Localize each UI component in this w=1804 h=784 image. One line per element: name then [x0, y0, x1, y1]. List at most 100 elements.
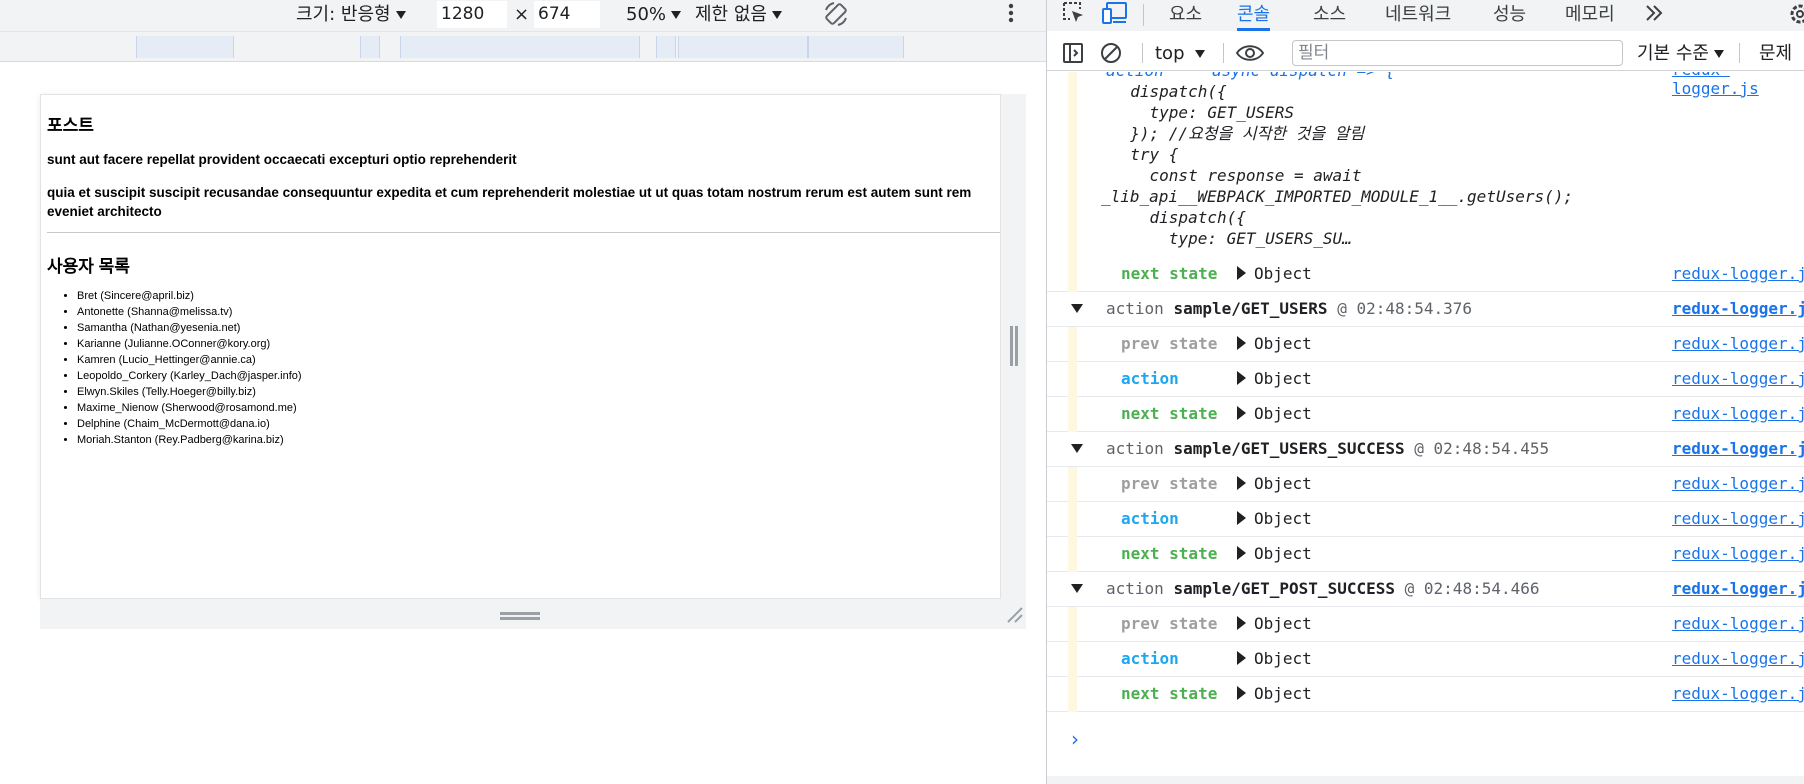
context-selector[interactable]: top	[1155, 41, 1205, 66]
prev-state-label: prev state	[1121, 474, 1218, 493]
expand-icon[interactable]	[1237, 406, 1246, 420]
expand-icon[interactable]	[1237, 511, 1246, 525]
group-indent-bar	[1068, 502, 1077, 537]
source-link[interactable]: redux-logger.js	[1672, 544, 1804, 563]
expand-icon[interactable]	[1237, 546, 1246, 560]
log-group-header[interactable]: action sample/GET_USERS_SUCCESS @ 02:48:…	[1047, 432, 1804, 467]
height-input[interactable]: 674	[534, 1, 600, 28]
inspect-element-button[interactable]	[1061, 0, 1087, 29]
chevron-down-icon	[671, 11, 682, 19]
list-item: Leopoldo_Corkery (Karley_Dach@jasper.inf…	[77, 368, 302, 384]
object-value[interactable]: Object	[1254, 264, 1312, 283]
object-value[interactable]: Object	[1254, 544, 1312, 563]
zoom-dropdown[interactable]: 50%	[626, 1, 682, 28]
rotate-button[interactable]	[822, 0, 850, 27]
user-list: Bret (Sincere@april.biz) Antonette (Shan…	[77, 288, 302, 448]
settings-button[interactable]	[1788, 2, 1804, 31]
next-state-label: next state	[1121, 404, 1218, 423]
log-levels-label: 기본 수준	[1637, 43, 1709, 64]
log-group-header[interactable]: action sample/GET_POST_SUCCESS @ 02:48:5…	[1047, 572, 1804, 607]
object-value[interactable]: Object	[1254, 474, 1312, 493]
object-value[interactable]: Object	[1254, 404, 1312, 423]
more-options-button[interactable]	[1006, 1, 1016, 28]
object-value[interactable]: Object	[1254, 369, 1312, 388]
source-link[interactable]: redux-logger.js	[1672, 509, 1804, 528]
grip-icon[interactable]	[1010, 326, 1018, 366]
list-item: Delphine (Chaim_McDermott@dana.io)	[77, 416, 302, 432]
divider	[1142, 43, 1143, 63]
sidebar-toggle[interactable]	[1061, 41, 1085, 66]
object-value[interactable]: Object	[1254, 649, 1312, 668]
source-link[interactable]: redux-logger.js	[1672, 439, 1804, 458]
tab-console[interactable]: 콘솔	[1237, 2, 1271, 31]
media-query-segment[interactable]	[678, 36, 808, 58]
expand-icon[interactable]	[1237, 476, 1246, 490]
next-state-label: next state	[1121, 544, 1218, 563]
source-link[interactable]: redux-logger.js	[1672, 614, 1804, 633]
clear-console-button[interactable]	[1099, 41, 1123, 66]
media-query-bar	[0, 31, 1046, 62]
device-toolbar-toggle[interactable]	[1101, 0, 1129, 29]
source-link[interactable]: redux-logger.js	[1672, 649, 1804, 668]
expand-icon[interactable]	[1237, 616, 1246, 630]
throttling-dropdown[interactable]: 제한 없음	[695, 1, 782, 28]
list-item: Moriah.Stanton (Rey.Padberg@karina.biz)	[77, 432, 302, 448]
resize-corner-icon[interactable]	[1006, 606, 1024, 624]
log-row: prev state Object redux-logger.js	[1047, 467, 1804, 502]
expand-icon[interactable]	[1237, 651, 1246, 665]
sidebar-icon	[1063, 43, 1083, 63]
object-value[interactable]: Object	[1254, 334, 1312, 353]
media-query-segment[interactable]	[656, 36, 676, 58]
log-group-header[interactable]: action sample/GET_USERS @ 02:48:54.376 r…	[1047, 292, 1804, 327]
object-value[interactable]: Object	[1254, 684, 1312, 703]
device-toolbar: 크기: 반응형 1280 × 674 50% 제한 없음	[0, 0, 1046, 31]
more-tabs-button[interactable]	[1643, 2, 1665, 31]
log-row: action Object redux-logger.js	[1047, 502, 1804, 537]
tab-elements[interactable]: 요소	[1169, 2, 1202, 31]
source-link[interactable]: redux-logger.js	[1672, 579, 1804, 598]
source-link[interactable]: redux-logger.js	[1672, 334, 1804, 353]
live-expression-button[interactable]	[1235, 41, 1265, 66]
source-link[interactable]: redux-logger.js	[1672, 264, 1804, 283]
source-link[interactable]: redux-logger.js	[1672, 404, 1804, 423]
posts-heading: 포스트	[47, 116, 94, 135]
group-title: action sample/GET_POST_SUCCESS @ 02:48:5…	[1106, 579, 1540, 598]
expand-icon[interactable]	[1237, 686, 1246, 700]
media-query-segment[interactable]	[360, 36, 380, 58]
issues-button[interactable]: 문제	[1759, 41, 1792, 66]
expand-icon[interactable]	[1237, 336, 1246, 350]
console-prompt[interactable]: ›	[1071, 727, 1079, 751]
expand-icon[interactable]	[1237, 266, 1246, 280]
collapse-icon[interactable]	[1071, 584, 1083, 593]
code-line: dispatch({	[1111, 208, 1246, 227]
media-query-segment[interactable]	[808, 36, 904, 58]
filter-input[interactable]: 필터	[1292, 40, 1623, 66]
source-link[interactable]: redux-logger.js	[1672, 684, 1804, 703]
source-link[interactable]: redux-logger.js	[1672, 72, 1804, 98]
prev-state-label: prev state	[1121, 614, 1218, 633]
code-line: action async dispatch => {	[1106, 72, 1395, 81]
source-link[interactable]: redux-logger.js	[1672, 474, 1804, 493]
throttling-label: 제한 없음	[695, 4, 767, 25]
tab-memory[interactable]: 메모리	[1565, 2, 1615, 31]
dimensions-label: 크기: 반응형	[296, 4, 391, 25]
grip-icon[interactable]	[500, 612, 540, 620]
object-value[interactable]: Object	[1254, 614, 1312, 633]
collapse-icon[interactable]	[1071, 444, 1083, 453]
width-input[interactable]: 1280	[437, 1, 507, 28]
object-value[interactable]: Object	[1254, 509, 1312, 528]
media-query-segment[interactable]	[136, 36, 234, 58]
media-query-segment[interactable]	[400, 36, 640, 58]
tab-performance[interactable]: 성능	[1493, 2, 1526, 31]
source-link[interactable]: redux-logger.js	[1672, 299, 1804, 318]
group-indent-bar	[1068, 72, 1077, 257]
list-item: Elwyn.Skiles (Telly.Hoeger@billy.biz)	[77, 384, 302, 400]
eye-icon	[1235, 45, 1265, 61]
tab-sources[interactable]: 소스	[1313, 2, 1346, 31]
log-levels-dropdown[interactable]: 기본 수준	[1637, 41, 1724, 66]
expand-icon[interactable]	[1237, 371, 1246, 385]
dimensions-dropdown[interactable]: 크기: 반응형	[296, 1, 406, 28]
collapse-icon[interactable]	[1071, 304, 1083, 313]
source-link[interactable]: redux-logger.js	[1672, 369, 1804, 388]
tab-network[interactable]: 네트워크	[1385, 2, 1451, 31]
